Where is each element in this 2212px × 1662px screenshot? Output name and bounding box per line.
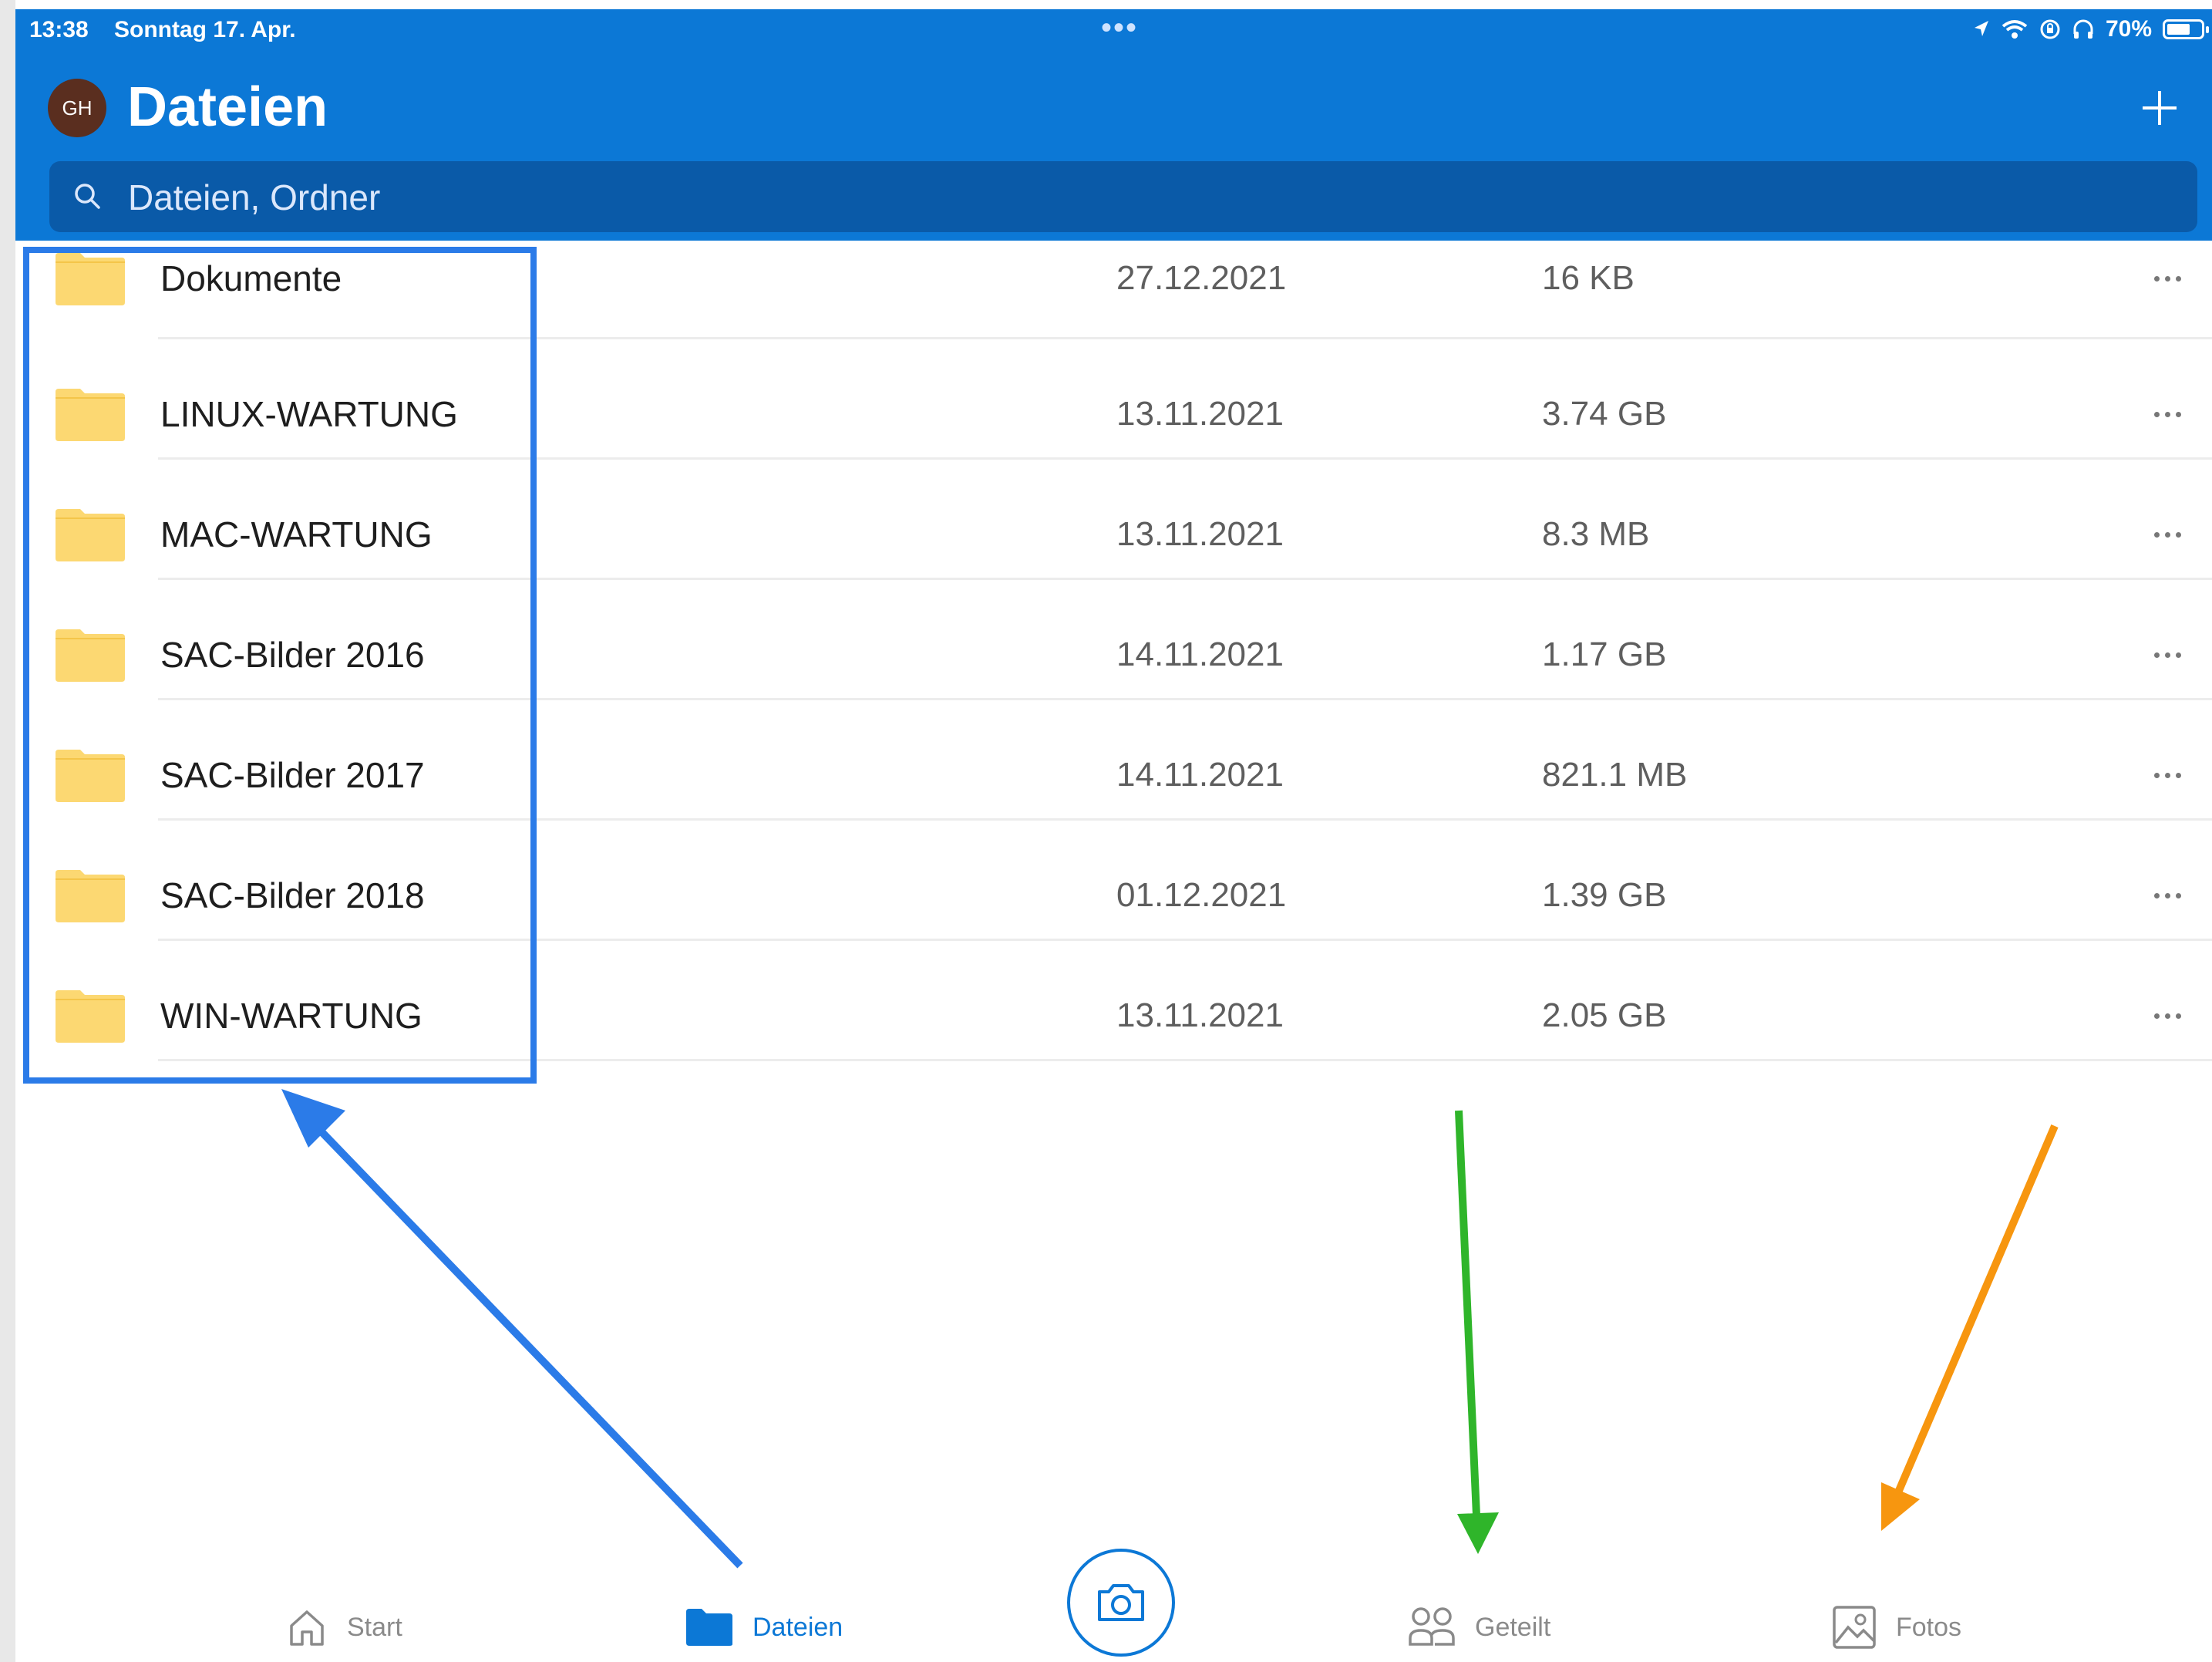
avatar-initials: GH <box>62 96 93 120</box>
ellipsis-icon-dot <box>2153 275 2160 281</box>
battery-percentage: 70% <box>2105 16 2152 42</box>
file-date: 14.11.2021 <box>1116 756 1284 794</box>
add-button[interactable] <box>2138 86 2181 130</box>
avatar[interactable]: GH <box>48 79 106 137</box>
file-date: 13.11.2021 <box>1116 996 1284 1034</box>
ellipsis-icon-dot <box>2164 1013 2170 1019</box>
tab-dateien-label: Dateien <box>752 1612 843 1642</box>
ellipsis-icon-dot <box>2153 531 2160 538</box>
search-icon <box>75 184 100 209</box>
headphones-icon <box>2073 19 2093 39</box>
orange-arrow <box>1881 1124 2059 1531</box>
file-date: 13.11.2021 <box>1116 395 1284 433</box>
ellipsis-icon-dot <box>2153 411 2160 417</box>
tab-geteilt-label: Geteilt <box>1475 1612 1551 1642</box>
file-size: 3.74 GB <box>1542 395 1667 433</box>
status-bar: 13:38 Sonntag 17. Apr. ••• 70% <box>15 9 2212 48</box>
ellipsis-icon-dot <box>2175 652 2181 658</box>
ellipsis-icon-dot <box>2153 652 2160 658</box>
folder-icon <box>686 1609 732 1646</box>
page-title: Dateien <box>127 76 328 138</box>
more-options-button[interactable] <box>2144 764 2190 787</box>
tab-fotos[interactable]: Fotos <box>1831 1596 1961 1658</box>
multitasking-dots-icon[interactable]: ••• <box>1101 11 1138 46</box>
file-size: 2.05 GB <box>1542 996 1667 1034</box>
more-options-button[interactable] <box>2144 403 2190 426</box>
plus-icon <box>2143 91 2177 125</box>
photo-icon <box>1833 1606 1876 1649</box>
ellipsis-icon-dot <box>2164 652 2170 658</box>
tab-geteilt[interactable]: Geteilt <box>1407 1596 1550 1658</box>
more-options-button[interactable] <box>2144 523 2190 546</box>
app-screen: 13:38 Sonntag 17. Apr. ••• 70% GH Dateie… <box>15 0 2212 1662</box>
status-time: 13:38 <box>29 17 89 42</box>
battery-icon <box>2163 19 2209 39</box>
ellipsis-icon-dot <box>2175 275 2181 281</box>
rotation-lock-icon <box>2040 19 2060 39</box>
file-date: 13.11.2021 <box>1116 515 1284 553</box>
ellipsis-icon-dot <box>2175 411 2181 417</box>
ellipsis-icon-dot <box>2164 275 2170 281</box>
ellipsis-icon-dot <box>2164 531 2170 538</box>
ellipsis-icon-dot <box>2164 772 2170 778</box>
ellipsis-icon-dot <box>2175 1013 2181 1019</box>
camera-icon <box>1098 1584 1144 1621</box>
search-bar[interactable] <box>49 161 2197 234</box>
file-date: 27.12.2021 <box>1116 259 1287 297</box>
tab-fotos-label: Fotos <box>1896 1612 1962 1642</box>
header: 13:38 Sonntag 17. Apr. ••• 70% GH Dateie… <box>15 9 2212 241</box>
file-size: 821.1 MB <box>1542 756 1688 794</box>
file-date: 01.12.2021 <box>1116 876 1287 914</box>
annotation-highlight-box <box>23 247 537 1084</box>
ellipsis-icon-dot <box>2153 772 2160 778</box>
file-size: 16 KB <box>1542 259 1635 297</box>
file-size: 8.3 MB <box>1542 515 1650 553</box>
tab-bar: Start Dateien Geteilt Fotos <box>15 1527 2212 1662</box>
more-options-button[interactable] <box>2144 267 2190 290</box>
ellipsis-icon-dot <box>2164 892 2170 898</box>
blue-arrow <box>281 1089 743 1569</box>
ellipsis-icon-dot <box>2175 892 2181 898</box>
green-arrow <box>1455 1110 1499 1554</box>
ellipsis-icon-dot <box>2153 1013 2160 1019</box>
ellipsis-icon-dot <box>2153 892 2160 898</box>
more-options-button[interactable] <box>2144 1004 2190 1027</box>
battery-level <box>2167 24 2190 35</box>
ellipsis-icon-dot <box>2164 411 2170 417</box>
file-size: 1.39 GB <box>1542 876 1667 914</box>
ellipsis-icon-dot <box>2175 531 2181 538</box>
location-icon <box>1974 21 1988 36</box>
status-indicators: 70% <box>1973 15 2209 43</box>
camera-button[interactable] <box>1067 1549 1175 1657</box>
file-size: 1.17 GB <box>1542 635 1667 673</box>
wifi-icon <box>2002 20 2028 39</box>
home-icon <box>290 1610 324 1646</box>
people-icon <box>1409 1607 1455 1646</box>
tab-dateien[interactable]: Dateien <box>685 1596 843 1658</box>
file-date: 14.11.2021 <box>1116 635 1284 673</box>
more-options-button[interactable] <box>2144 643 2190 666</box>
tab-start-label: Start <box>347 1612 402 1642</box>
tab-start[interactable]: Start <box>285 1596 402 1658</box>
more-options-button[interactable] <box>2144 884 2190 907</box>
ellipsis-icon-dot <box>2175 772 2181 778</box>
status-date: Sonntag 17. Apr. <box>114 17 296 42</box>
search-input[interactable] <box>126 161 2134 234</box>
